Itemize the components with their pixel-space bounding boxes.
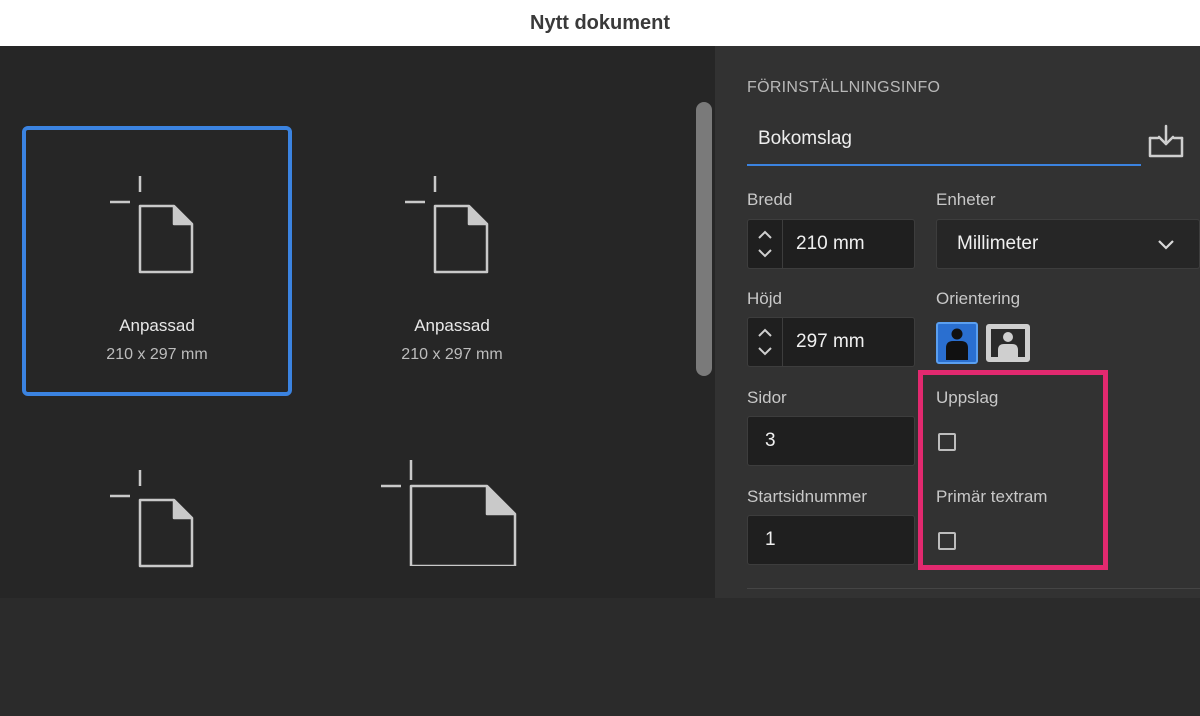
height-label: Höjd bbox=[747, 289, 782, 308]
height-field[interactable]: 297 mm bbox=[747, 317, 915, 367]
pages-field[interactable]: 3 bbox=[747, 416, 915, 466]
width-field[interactable]: 210 mm bbox=[747, 219, 915, 269]
orientation-label: Orientering bbox=[936, 289, 1021, 308]
preset-tile-1[interactable]: Anpassad 210 x 297 mm bbox=[22, 126, 292, 396]
blank-document-icon bbox=[110, 470, 194, 568]
units-select[interactable]: Millimeter bbox=[936, 219, 1200, 269]
landscape-orientation-button[interactable] bbox=[986, 322, 1030, 364]
preset-tile-name: Anpassad bbox=[119, 316, 195, 335]
preset-tile-2[interactable]: Anpassad 210 x 297 mm bbox=[317, 126, 587, 396]
preset-tile-size: 210 x 297 mm bbox=[401, 346, 503, 363]
blank-document-icon bbox=[405, 176, 489, 274]
landscape-document-icon bbox=[381, 460, 517, 566]
highlight-annotation-box bbox=[918, 370, 1108, 570]
chevron-up-icon[interactable] bbox=[757, 328, 773, 338]
gallery-scrollbar[interactable] bbox=[696, 102, 712, 376]
landscape-icon bbox=[986, 324, 1030, 362]
section-title: FÖRINSTÄLLNINGSINFO bbox=[747, 79, 941, 96]
width-stepper[interactable] bbox=[748, 220, 783, 268]
height-value: 297 mm bbox=[796, 331, 865, 352]
preset-tile-4[interactable] bbox=[317, 446, 587, 716]
portrait-icon bbox=[936, 322, 978, 364]
start-page-label: Startsidnummer bbox=[747, 487, 867, 506]
start-page-value: 1 bbox=[765, 529, 776, 550]
preset-name-input[interactable]: Bokomslag bbox=[747, 118, 1141, 166]
window-titlebar: Nytt dokument bbox=[0, 0, 1200, 47]
units-value: Millimeter bbox=[957, 233, 1039, 254]
preset-details-panel: FÖRINSTÄLLNINGSINFO Bokomslag Bredd 210 … bbox=[715, 46, 1200, 598]
pages-value: 3 bbox=[765, 430, 776, 451]
chevron-down-icon bbox=[1158, 240, 1174, 250]
preset-tile-3[interactable] bbox=[22, 446, 292, 716]
chevron-down-icon[interactable] bbox=[757, 248, 773, 258]
portrait-orientation-button[interactable] bbox=[936, 322, 978, 364]
preset-name-value: Bokomslag bbox=[758, 128, 852, 149]
chevron-down-icon[interactable] bbox=[757, 346, 773, 356]
start-page-field[interactable]: 1 bbox=[747, 515, 915, 565]
blank-document-icon bbox=[110, 176, 194, 274]
pages-label: Sidor bbox=[747, 388, 787, 407]
section-divider bbox=[747, 588, 1200, 589]
height-stepper[interactable] bbox=[748, 318, 783, 366]
width-label: Bredd bbox=[747, 190, 793, 209]
units-label: Enheter bbox=[936, 190, 996, 209]
save-preset-icon[interactable] bbox=[1148, 124, 1184, 158]
preset-tile-size: 210 x 297 mm bbox=[106, 346, 208, 363]
preset-gallery: Anpassad 210 x 297 mm Anpassad 210 x 297… bbox=[0, 46, 715, 598]
window-title: Nytt dokument bbox=[530, 11, 670, 34]
width-value: 210 mm bbox=[796, 233, 865, 254]
chevron-up-icon[interactable] bbox=[757, 230, 773, 240]
preset-tile-name: Anpassad bbox=[414, 316, 490, 335]
